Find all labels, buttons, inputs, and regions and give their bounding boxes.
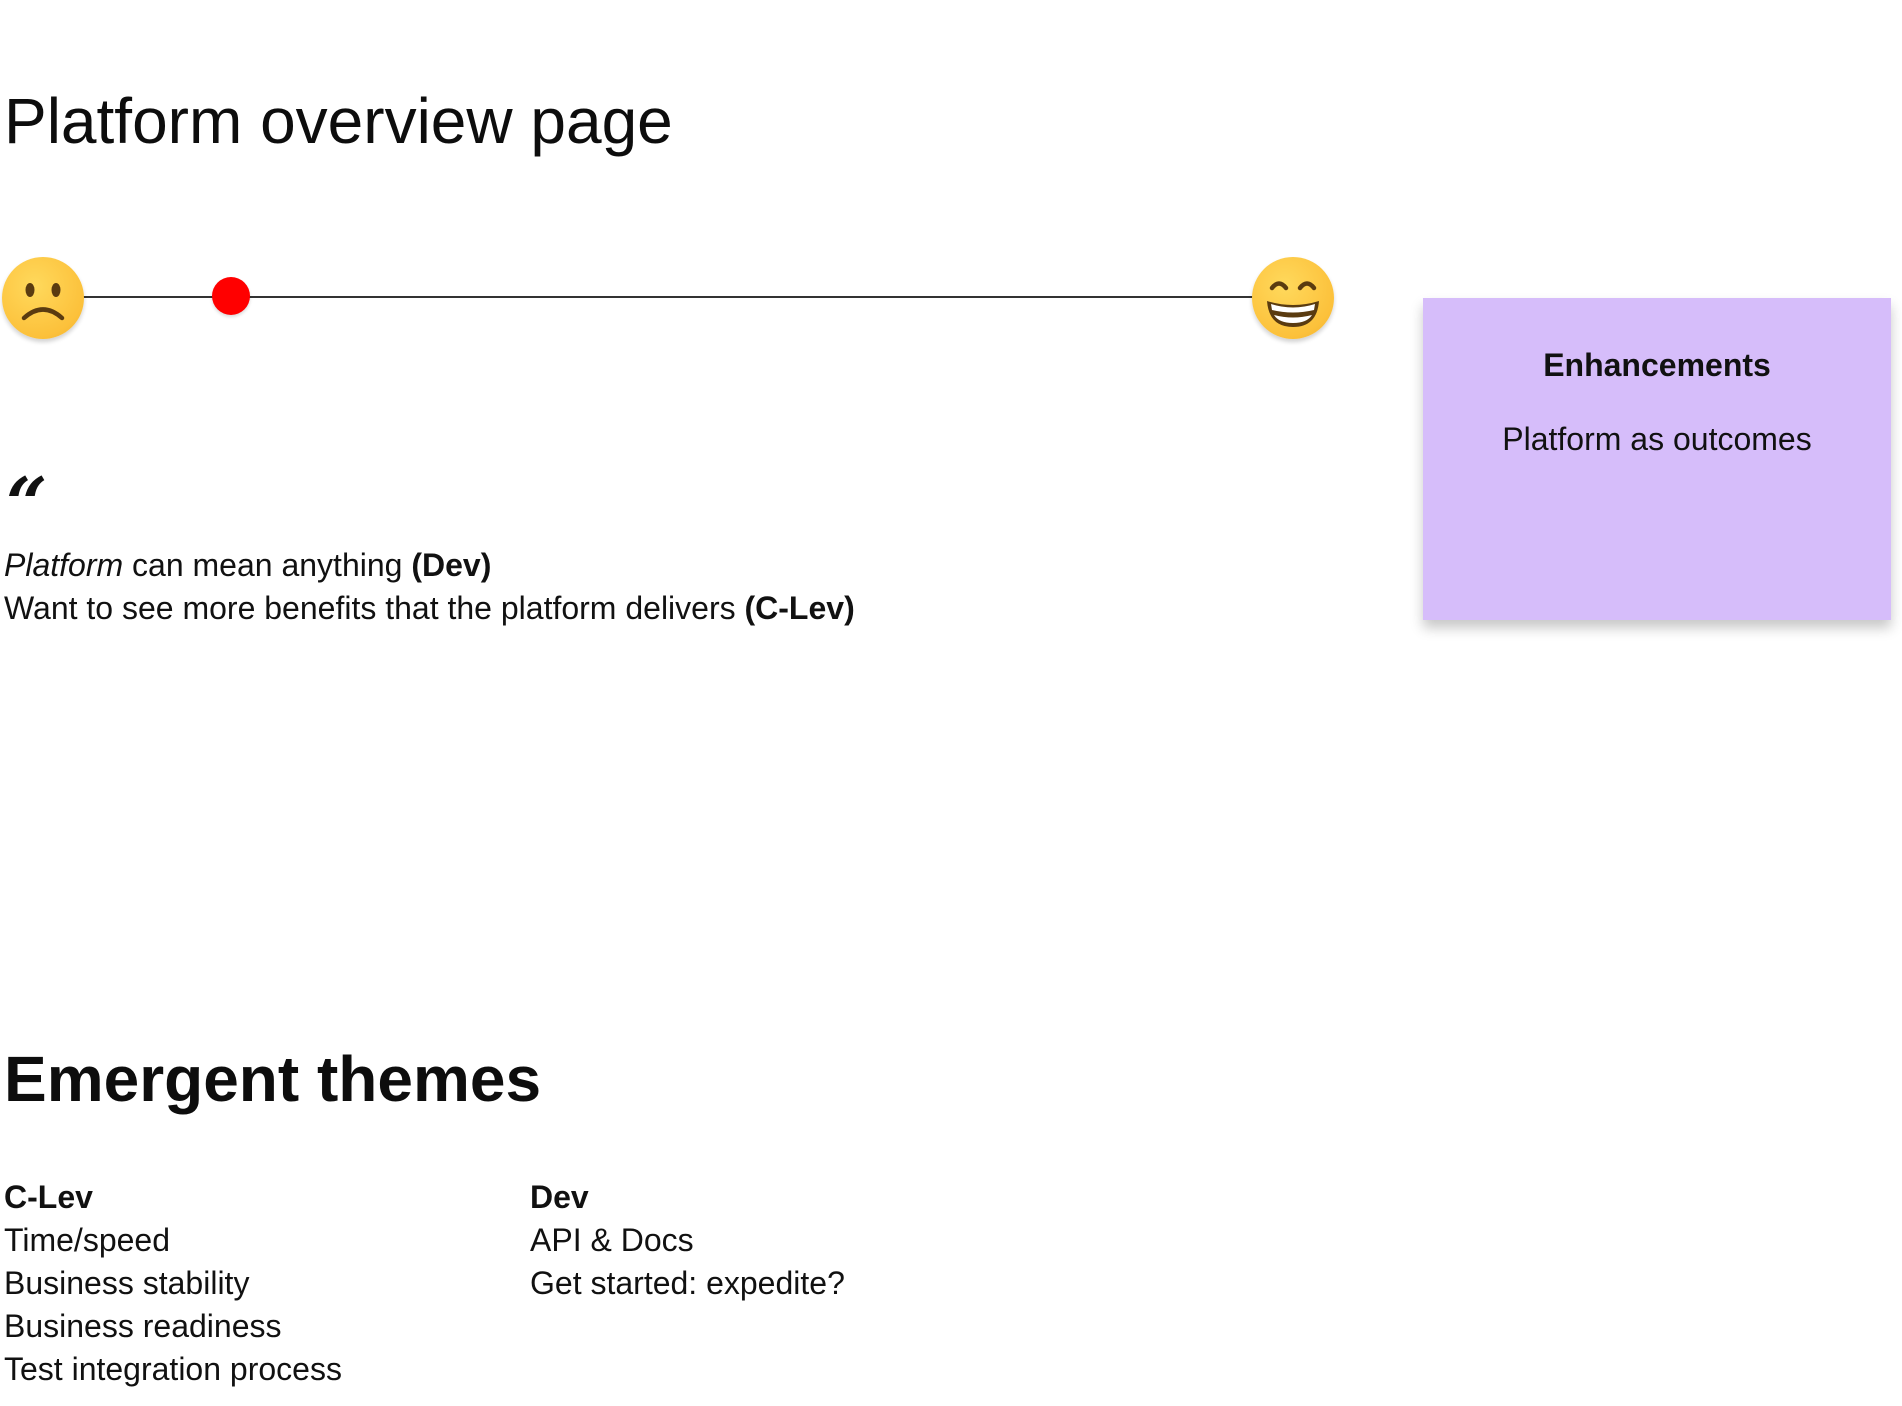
- grinning-face-icon: [1252, 257, 1334, 339]
- themes-clev-column: C-Lev Time/speed Business stability Busi…: [4, 1176, 342, 1391]
- list-item: Time/speed: [4, 1222, 170, 1258]
- list-item: API & Docs: [530, 1222, 694, 1258]
- list-item: Test integration process: [4, 1351, 342, 1387]
- sad-face-icon: [2, 257, 84, 339]
- quote-icon: “: [6, 461, 48, 546]
- quote-dev-emphasis: Platform: [4, 547, 124, 583]
- sentiment-marker[interactable]: [211, 277, 250, 315]
- sentiment-scale-line: [80, 296, 1258, 298]
- quote-clev: Want to see more benefits that the platf…: [4, 587, 855, 630]
- quote-clev-text: Want to see more benefits that the platf…: [4, 590, 745, 626]
- themes-dev-header: Dev: [530, 1179, 589, 1215]
- quote-dev-source: (Dev): [411, 547, 492, 583]
- themes-clev-list: Time/speed Business stability Business r…: [4, 1219, 342, 1391]
- themes-heading: Emergent themes: [4, 1043, 542, 1115]
- list-item: Business stability: [4, 1265, 250, 1301]
- quote-list: Platform can mean anything (Dev) Want to…: [4, 544, 855, 630]
- quote-clev-source: (C-Lev): [744, 590, 855, 626]
- themes-dev-list: API & Docs Get started: expedite?: [530, 1219, 845, 1305]
- list-item: Business readiness: [4, 1308, 282, 1344]
- quote-dev-text: can mean anything: [123, 547, 412, 583]
- list-item: Get started: expedite?: [530, 1265, 845, 1301]
- themes-clev-header: C-Lev: [4, 1179, 93, 1215]
- sticky-note-title: Enhancements: [1543, 347, 1771, 383]
- page-title: Platform overview page: [4, 85, 673, 157]
- themes-dev-column: Dev API & Docs Get started: expedite?: [530, 1176, 845, 1305]
- board-canvas: Platform overview page Enhancements Plat…: [0, 0, 1902, 1406]
- sticky-note-body: Platform as outcomes: [1502, 421, 1812, 458]
- sticky-note-enhancements[interactable]: Enhancements Platform as outcomes: [1423, 298, 1891, 620]
- quote-dev: Platform can mean anything (Dev): [4, 544, 855, 587]
